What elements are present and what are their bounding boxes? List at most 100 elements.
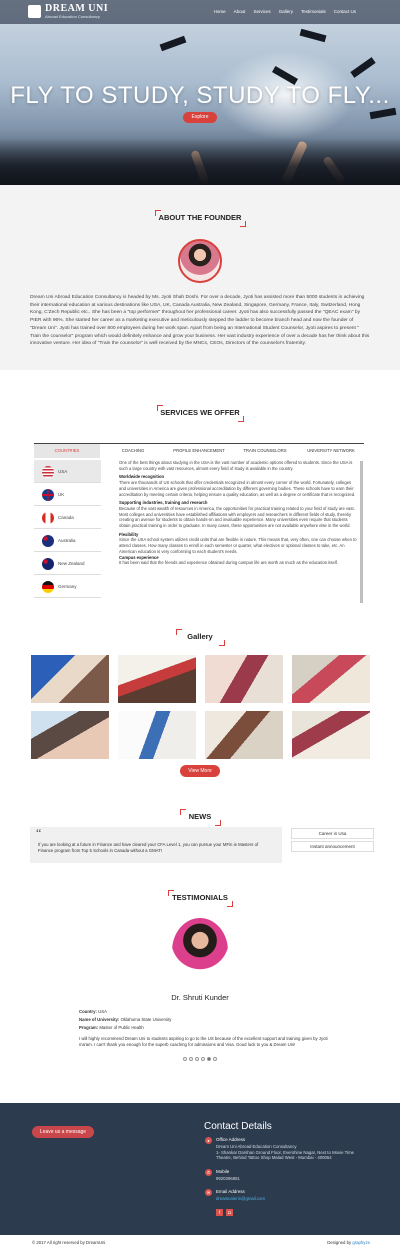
- usa-flag-icon: [42, 466, 54, 478]
- nav-links: Home About Services Gallery Testimonials…: [214, 9, 356, 14]
- graduation-cap-icon: [350, 57, 376, 78]
- section-title: Campus experience: [119, 554, 159, 560]
- email-label: Email Address: [216, 1189, 245, 1194]
- canada-flag-icon: [42, 512, 54, 524]
- news-link-instant-announcement[interactable]: Instant announcement: [291, 841, 374, 852]
- university-label: Name of University:: [79, 1017, 120, 1022]
- program-label: Program:: [79, 1025, 99, 1030]
- gallery-photo[interactable]: [31, 655, 109, 703]
- country-label: Canada: [58, 515, 74, 520]
- carousel-dot[interactable]: [201, 1057, 205, 1061]
- tab-coaching[interactable]: COACHING: [100, 444, 166, 458]
- hero-title: FLY TO STUDY, STUDY TO FLY...: [10, 82, 390, 109]
- carousel-dot[interactable]: [183, 1057, 187, 1061]
- carousel-dot[interactable]: [195, 1057, 199, 1061]
- gallery-photo[interactable]: [31, 711, 109, 759]
- country-value: USA: [98, 1009, 107, 1014]
- top-navbar: DREAM UNI Abroad Education Consultancy H…: [0, 0, 400, 24]
- nav-link-home[interactable]: Home: [214, 9, 226, 14]
- uk-flag-icon: [42, 489, 54, 501]
- gallery-photo[interactable]: [205, 711, 283, 759]
- section-title: Worldwide recognition: [119, 474, 165, 480]
- email-link[interactable]: dreamunierin@gmail.com: [216, 1196, 376, 1202]
- mobile-number[interactable]: 9920396881: [216, 1176, 376, 1182]
- nav-link-testimonials[interactable]: Testimonials: [301, 9, 326, 14]
- founder-heading: ABOUT THE FOUNDER: [0, 210, 400, 227]
- gallery-photo[interactable]: [118, 711, 196, 759]
- country-label: Country:: [79, 1009, 97, 1014]
- carousel-dot-active[interactable]: [207, 1057, 211, 1061]
- country-item-uk[interactable]: UK: [34, 483, 101, 506]
- tab-train-counselors[interactable]: TRAIN COUNSELORS: [232, 444, 298, 458]
- copyright-text: © 2017 All right reserved by DreamUni: [32, 1240, 106, 1245]
- nav-link-contact[interactable]: Contact Us: [334, 9, 356, 14]
- section-title: Supporting industries, training and rese…: [119, 500, 208, 506]
- nav-link-services[interactable]: Services: [253, 9, 270, 14]
- testimonial-details: Country: USA Name of University: Oklahom…: [79, 1008, 171, 1032]
- country-item-new-zealand[interactable]: New Zealand: [34, 552, 101, 575]
- footer: [0, 1103, 400, 1235]
- country-label: New Zealand: [58, 561, 85, 566]
- country-item-usa[interactable]: USA: [34, 460, 101, 483]
- services-heading: SERVICES WE OFFER: [0, 405, 400, 422]
- gallery-photo[interactable]: [292, 711, 370, 759]
- testimonials-heading: TESTIMONIALS: [0, 890, 400, 907]
- location-icon: ●: [205, 1137, 212, 1144]
- section-text: There are thousands of US schools that o…: [119, 480, 356, 497]
- designed-by-label: Designed by: [327, 1240, 352, 1245]
- country-item-germany[interactable]: Germany: [34, 575, 101, 598]
- testimonial-name: Dr. Shruti Kunder: [171, 993, 229, 1002]
- section-text: Because of the vast wealth of resources …: [119, 505, 355, 529]
- logo-title[interactable]: DREAM UNI: [45, 3, 108, 14]
- hero-banner: DREAM UNI Abroad Education Consultancy H…: [0, 0, 400, 185]
- section-title: Flexibility: [119, 531, 139, 537]
- program-value: Master of Public Health: [99, 1025, 144, 1030]
- university-value: Oklahoma State University: [120, 1017, 172, 1022]
- quote-icon: “: [36, 826, 42, 840]
- tab-countries[interactable]: COUNTRIES: [34, 444, 100, 458]
- country-list: USA UK Canada Australia New Zealand Germ…: [34, 460, 101, 598]
- graduation-cap-icon: [159, 35, 187, 52]
- carousel-dot[interactable]: [213, 1057, 217, 1061]
- graduation-cap-icon: [299, 28, 327, 43]
- founder-bio: Dream Uni Abroad Education Consultancy i…: [30, 295, 370, 347]
- country-label: UK: [58, 492, 65, 497]
- nav-link-about[interactable]: About: [234, 9, 246, 14]
- instagram-icon[interactable]: ◘: [226, 1209, 233, 1216]
- designer-link[interactable]: graphyze: [352, 1240, 370, 1245]
- description-scrollbar[interactable]: [360, 461, 363, 603]
- testimonial-quote: I will highly recommend Dream Uni to stu…: [79, 1036, 328, 1047]
- services-heading-text: SERVICES WE OFFER: [160, 408, 240, 417]
- usa-intro: One of the best things about studying in…: [119, 460, 353, 471]
- germany-flag-icon: [42, 581, 54, 593]
- country-item-australia[interactable]: Australia: [34, 529, 101, 552]
- carousel-dot[interactable]: [189, 1057, 193, 1061]
- phone-icon: ✆: [205, 1169, 212, 1176]
- news-link-career-usa[interactable]: Career in Usa: [291, 828, 374, 839]
- office-label: Office Address: [216, 1137, 246, 1142]
- tab-profile-enhancement[interactable]: PROFILE ENHANCEMENT: [166, 444, 232, 458]
- office-address: Dream Uni Abroad Education Consultancy 1…: [216, 1144, 376, 1161]
- logo-icon[interactable]: [28, 5, 41, 18]
- testimonial-avatar: [172, 918, 228, 984]
- office-line: Theatre, Behind Tattoo Shop Malad West -…: [216, 1155, 332, 1160]
- founder-avatar: [178, 239, 222, 283]
- facebook-icon[interactable]: f: [216, 1209, 223, 1216]
- news-item-text[interactable]: If you are looking at a future in Financ…: [38, 842, 274, 854]
- mail-icon: ✉: [205, 1189, 212, 1196]
- services-tabs: COUNTRIES COACHING PROFILE ENHANCEMENT T…: [34, 443, 364, 458]
- news-heading: NEWS: [0, 809, 400, 826]
- graduates-crowd: [0, 138, 400, 185]
- gallery-photo[interactable]: [292, 655, 370, 703]
- carousel-dots: [183, 1057, 217, 1061]
- country-item-canada[interactable]: Canada: [34, 506, 101, 529]
- explore-button[interactable]: Explore: [183, 112, 217, 123]
- gallery-photo[interactable]: [118, 655, 196, 703]
- leave-message-button[interactable]: Leave us a message: [32, 1126, 94, 1138]
- tab-university-network[interactable]: UNIVERSITY NETWORK: [298, 444, 364, 458]
- gallery-photo[interactable]: [205, 655, 283, 703]
- nav-link-gallery[interactable]: Gallery: [279, 9, 293, 14]
- view-more-button[interactable]: View More: [180, 765, 220, 777]
- gallery-heading-text: Gallery: [187, 632, 213, 641]
- section-text: It has been said that the friends and ex…: [119, 560, 339, 566]
